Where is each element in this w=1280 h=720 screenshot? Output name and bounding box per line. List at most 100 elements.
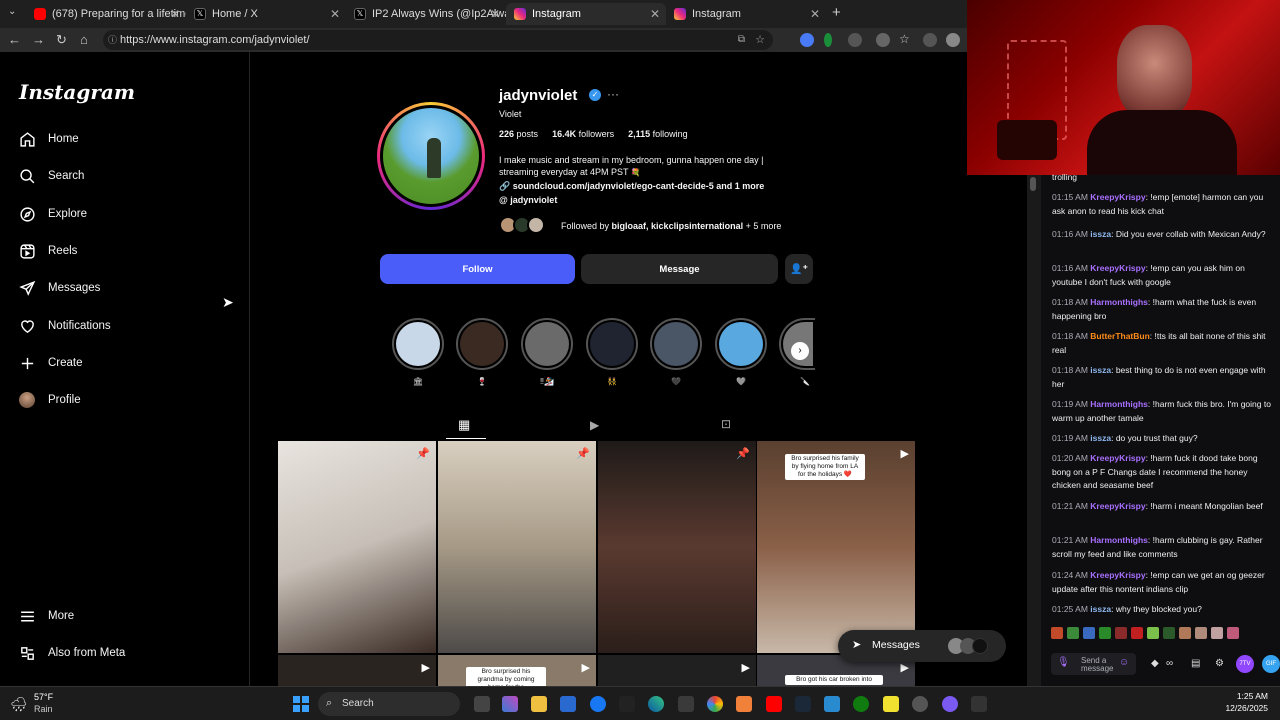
close-tab-icon[interactable]: ✕: [490, 7, 500, 21]
taskbar-search[interactable]: ⌕ Search: [318, 692, 460, 716]
emote-icon[interactable]: [1195, 627, 1207, 639]
store-icon[interactable]: ▤: [1191, 658, 1200, 669]
chat-username[interactable]: issza: [1090, 433, 1111, 443]
chrome-icon[interactable]: [707, 696, 723, 712]
emote-icon[interactable]: [1115, 627, 1127, 639]
follow-button[interactable]: Follow: [380, 254, 575, 284]
emote-icon[interactable]: [1051, 627, 1063, 639]
favorites-icon[interactable]: ☆: [899, 32, 910, 46]
message-button[interactable]: Message: [581, 254, 778, 284]
copilot-icon[interactable]: [502, 696, 518, 712]
post-tile[interactable]: 📌: [598, 441, 756, 653]
emote-icon[interactable]: [1099, 627, 1111, 639]
chat-username[interactable]: KreepyKrispy: [1090, 192, 1145, 202]
glasses-icon[interactable]: ∞: [1166, 658, 1173, 669]
post-tile[interactable]: ▶: [278, 655, 436, 686]
sidebar-item-also-from-meta[interactable]: Also from Meta: [18, 641, 125, 665]
chat-input[interactable]: 🎙 Send a message ☺: [1051, 653, 1136, 675]
following-stat[interactable]: 2,115 following: [628, 129, 688, 139]
post-tile[interactable]: ▶: [598, 655, 756, 686]
microphone-icon[interactable]: 🎙: [1057, 657, 1070, 668]
next-highlights-icon[interactable]: ›: [791, 342, 809, 360]
reels-tab-icon[interactable]: ▶︎: [590, 418, 599, 432]
close-tab-icon[interactable]: ✕: [170, 7, 180, 21]
app-icon[interactable]: [824, 696, 840, 712]
extension-icon[interactable]: [876, 33, 890, 47]
tab-x-home[interactable]: 𝕏 Home / X ✕: [186, 3, 346, 25]
home-icon[interactable]: ⌂: [80, 32, 88, 47]
sidebar-item-home[interactable]: Home: [18, 127, 79, 151]
store-icon[interactable]: [560, 696, 576, 712]
highlight-1[interactable]: [392, 318, 444, 370]
highlight-5[interactable]: [650, 318, 702, 370]
chat-username[interactable]: KreepyKrispy: [1090, 570, 1145, 580]
profile-avatar[interactable]: [946, 33, 960, 47]
post-tile[interactable]: 📌: [278, 441, 436, 653]
emote-picker-icon[interactable]: ☺: [1119, 657, 1129, 668]
task-view-icon[interactable]: [474, 696, 490, 712]
chat-username[interactable]: KreepyKrispy: [1090, 453, 1145, 463]
weather-temp[interactable]: 57°F: [34, 692, 53, 702]
post-tile[interactable]: 📌: [438, 441, 596, 653]
sidebar-item-search[interactable]: Search: [18, 164, 84, 188]
7tv-icon[interactable]: 7TV: [1236, 655, 1254, 673]
gif-icon[interactable]: GIF: [1262, 655, 1280, 673]
tab-ip2[interactable]: 𝕏 IP2 Always Wins (@Ip2AlwaysWin ✕: [346, 3, 506, 25]
app-icon[interactable]: [971, 696, 987, 712]
sidebar-item-messages[interactable]: Messages: [18, 276, 100, 300]
sidebar-item-profile[interactable]: Profile: [18, 388, 81, 412]
sidebar-item-notifications[interactable]: Notifications: [18, 314, 111, 338]
calculator-icon[interactable]: [678, 696, 694, 712]
steam-icon[interactable]: [795, 696, 811, 712]
extension-icon[interactable]: [824, 33, 832, 47]
chat-username[interactable]: issza: [1090, 604, 1111, 614]
tab-instagram[interactable]: Instagram ✕: [666, 3, 826, 25]
emote-icon[interactable]: [1211, 627, 1223, 639]
youtube-icon[interactable]: [766, 696, 782, 712]
instagram-logo[interactable]: Instagram: [19, 80, 135, 104]
vlc-icon[interactable]: [736, 696, 752, 712]
messages-pill[interactable]: ➤ Messages: [838, 630, 1006, 662]
tab-youtube[interactable]: (678) Preparing for a lifetime of lo ✕: [26, 3, 186, 25]
sidebar-item-reels[interactable]: Reels: [18, 239, 77, 263]
bio-link[interactable]: 🔗 soundcloud.com/jadynviolet/ego-cant-de…: [499, 181, 764, 192]
extension-icon[interactable]: [848, 33, 862, 47]
taskbar-time[interactable]: 1:25 AM: [1212, 691, 1268, 701]
obs-icon[interactable]: [912, 696, 928, 712]
page-scrollbar[interactable]: [1027, 175, 1041, 686]
new-tab-button[interactable]: +: [832, 4, 841, 21]
highlight-6[interactable]: [715, 318, 767, 370]
extension-icon[interactable]: [800, 33, 814, 47]
highlight-2[interactable]: [456, 318, 508, 370]
site-info-icon[interactable]: ⓘ: [108, 30, 117, 50]
followed-by-text[interactable]: Followed by bigloaaf, kickclipsinternati…: [561, 221, 781, 231]
sidebar-item-more[interactable]: More: [18, 604, 74, 628]
chat-username[interactable]: Harmonthighs: [1090, 399, 1148, 409]
xbox-icon[interactable]: [853, 696, 869, 712]
browser-essentials-icon[interactable]: [923, 33, 937, 47]
emote-icon[interactable]: [1147, 627, 1159, 639]
settings-icon[interactable]: ⚙: [1215, 658, 1224, 669]
notes-icon[interactable]: [883, 696, 899, 712]
refresh-icon[interactable]: ↻: [56, 32, 67, 48]
profile-avatar[interactable]: [377, 102, 485, 210]
emote-icon[interactable]: [1067, 627, 1079, 639]
chat-username[interactable]: KreepyKrispy: [1090, 263, 1145, 273]
edge-icon[interactable]: [648, 696, 664, 712]
address-bar[interactable]: ⓘ https://www.instagram.com/jadynviolet/…: [103, 30, 773, 50]
close-tab-icon[interactable]: ✕: [330, 7, 340, 21]
app-icon[interactable]: [942, 696, 958, 712]
facebook-icon[interactable]: [590, 696, 606, 712]
emote-icon[interactable]: [1179, 627, 1191, 639]
chat-username[interactable]: issza: [1090, 365, 1111, 375]
forward-icon[interactable]: →: [32, 32, 45, 47]
suggested-users-icon[interactable]: 👤⁺: [785, 254, 813, 284]
tab-instagram-active[interactable]: Instagram ✕: [506, 3, 666, 25]
open-in-app-icon[interactable]: ⧉: [738, 30, 745, 50]
posts-grid-tab[interactable]: ▦: [458, 417, 470, 433]
file-explorer-icon[interactable]: [531, 696, 547, 712]
highlight-4[interactable]: [586, 318, 638, 370]
scrollbar-thumb[interactable]: [1030, 177, 1036, 191]
tagged-tab-icon[interactable]: ⊡: [721, 417, 731, 431]
chat-username[interactable]: issza: [1090, 229, 1111, 239]
